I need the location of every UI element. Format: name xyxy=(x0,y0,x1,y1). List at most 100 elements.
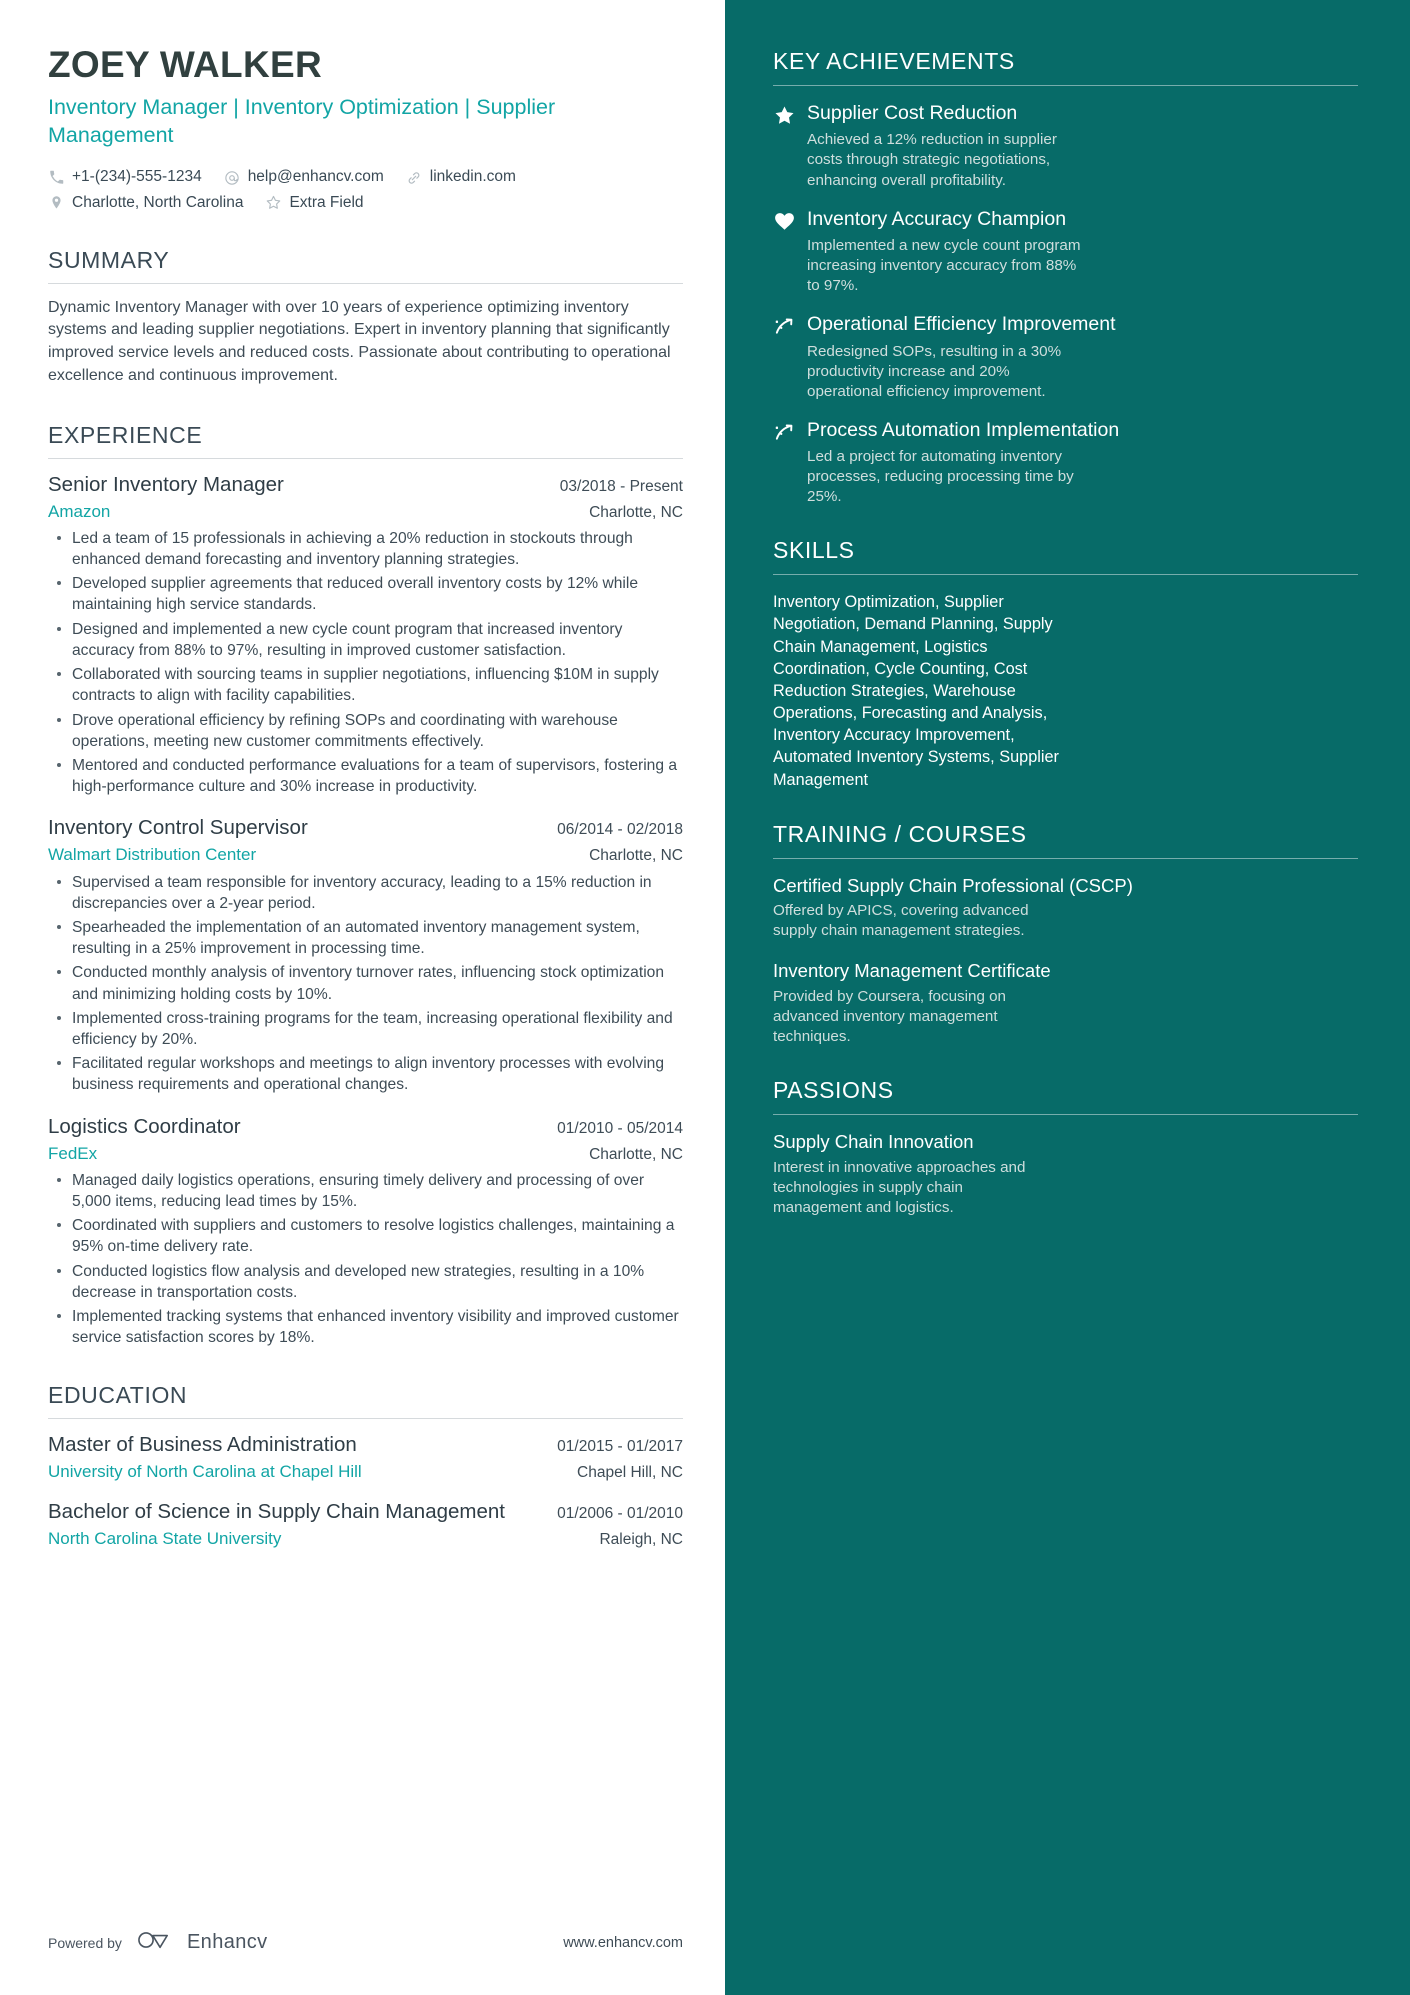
list-item: Conducted monthly analysis of inventory … xyxy=(48,962,683,1004)
list-item: Implemented cross-training programs for … xyxy=(48,1008,683,1050)
heart-filled-icon xyxy=(773,208,807,297)
achievement-description: Redesigned SOPs, resulting in a 30% prod… xyxy=(807,342,1062,400)
trending-arrow-icon xyxy=(773,419,807,508)
passion-item: Supply Chain Innovation Interest in inno… xyxy=(773,1131,1358,1218)
list-item: Developed supplier agreements that reduc… xyxy=(48,573,683,615)
achievement-item: Supplier Cost Reduction Achieved a 12% r… xyxy=(773,102,1358,191)
degree-date: 01/2006 - 01/2010 xyxy=(557,1504,683,1522)
experience-entry: Inventory Control Supervisor 06/2014 - 0… xyxy=(48,815,683,1095)
achievement-body: Supplier Cost Reduction Achieved a 12% r… xyxy=(807,102,1358,191)
company-name: Walmart Distribution Center xyxy=(48,845,257,865)
education-entry-subheader: North Carolina State University Raleigh,… xyxy=(48,1528,683,1549)
achievement-title: Process Automation Implementation xyxy=(807,418,1120,441)
divider xyxy=(48,282,683,284)
contact-linkedin[interactable]: linkedin.com xyxy=(406,167,516,187)
phone-icon xyxy=(48,169,65,186)
contact-phone[interactable]: +1-(234)-555-1234 xyxy=(48,167,202,187)
job-title: Inventory Control Supervisor xyxy=(48,816,308,840)
job-location: Charlotte, NC xyxy=(589,847,683,865)
training-title: TRAINING / COURSES xyxy=(773,820,1027,847)
education-entry: Master of Business Administration 01/201… xyxy=(48,1432,683,1482)
experience-entry-subheader: Amazon Charlotte, NC xyxy=(48,501,683,522)
school-location: Raleigh, NC xyxy=(599,1530,683,1548)
job-bullets: Led a team of 15 professionals in achiev… xyxy=(48,528,683,797)
divider xyxy=(773,574,1358,576)
degree-title: Master of Business Administration xyxy=(48,1433,357,1457)
list-item: Collaborated with sourcing teams in supp… xyxy=(48,664,683,706)
list-item: Led a team of 15 professionals in achiev… xyxy=(48,528,683,570)
experience-entry-subheader: Walmart Distribution Center Charlotte, N… xyxy=(48,844,683,865)
divider xyxy=(773,857,1358,859)
achievement-title: Supplier Cost Reduction xyxy=(807,102,1018,124)
job-title: Logistics Coordinator xyxy=(48,1114,241,1138)
enhancv-brand-name: Enhancv xyxy=(186,1931,268,1953)
achievement-description: Implemented a new cycle count program in… xyxy=(807,236,1081,295)
experience-entry-header: Senior Inventory Manager 03/2018 - Prese… xyxy=(48,472,683,497)
education-section: EDUCATION Master of Business Administrat… xyxy=(48,1382,683,1549)
education-section-title: EDUCATION xyxy=(48,1382,188,1409)
page-title: ZOEY WALKER xyxy=(48,44,322,85)
key-achievements-section: KEY ACHIEVEMENTS Supplier Cost Reduction… xyxy=(773,48,1358,507)
job-location: Charlotte, NC xyxy=(589,503,683,521)
achievement-item: Operational Efficiency Improvement Redes… xyxy=(773,313,1358,402)
education-entry-header: Bachelor of Science in Supply Chain Mana… xyxy=(48,1499,683,1524)
contact-phone-text: +1-(234)-555-1234 xyxy=(72,168,202,186)
achievement-description: Achieved a 12% reduction in supplier cos… xyxy=(807,131,1057,189)
contact-email-text: help@enhancv.com xyxy=(247,168,384,186)
list-item: Spearheaded the implementation of an aut… xyxy=(48,917,683,959)
location-pin-icon xyxy=(48,194,65,211)
experience-entry-subheader: FedEx Charlotte, NC xyxy=(48,1143,683,1164)
contact-email[interactable]: help@enhancv.com xyxy=(224,167,384,187)
achievement-description: Led a project for automating inventory p… xyxy=(807,448,1074,506)
job-date: 03/2018 - Present xyxy=(559,477,683,495)
contact-line-1: +1-(234)-555-1234 help@enhancv.com linke… xyxy=(48,167,683,187)
achievement-body: Process Automation Implementation Led a … xyxy=(807,419,1358,508)
list-item: Coordinated with suppliers and customers… xyxy=(48,1215,683,1257)
summary-section: SUMMARY Dynamic Inventory Manager with o… xyxy=(48,247,683,388)
passion-title: Supply Chain Innovation xyxy=(773,1131,974,1153)
list-item: Supervised a team responsible for invent… xyxy=(48,872,683,914)
link-icon xyxy=(406,169,423,186)
course-title: Inventory Management Certificate xyxy=(773,960,1051,982)
achievement-body: Operational Efficiency Improvement Redes… xyxy=(807,313,1358,402)
experience-section-title: EXPERIENCE xyxy=(48,421,203,448)
list-item: Managed daily logistics operations, ensu… xyxy=(48,1170,683,1212)
divider xyxy=(48,1418,683,1420)
list-item: Implemented tracking systems that enhanc… xyxy=(48,1306,683,1348)
professional-headline: Inventory Manager | Inventory Optimizati… xyxy=(48,95,556,147)
page-footer: Powered by Enhancv www.enhancv.com xyxy=(48,1928,683,1957)
star-outline-icon xyxy=(265,194,282,211)
company-name: FedEx xyxy=(48,1143,98,1163)
education-entry-subheader: University of North Carolina at Chapel H… xyxy=(48,1461,683,1482)
achievement-title: Operational Efficiency Improvement xyxy=(807,313,1116,336)
job-location: Charlotte, NC xyxy=(589,1145,683,1163)
list-item: Conducted logistics flow analysis and de… xyxy=(48,1261,683,1303)
experience-entry-header: Logistics Coordinator 01/2010 - 05/2014 xyxy=(48,1114,683,1139)
achievement-title: Inventory Accuracy Champion xyxy=(807,207,1067,230)
school-name: North Carolina State University xyxy=(48,1528,282,1548)
list-item: Mentored and conducted performance evalu… xyxy=(48,755,683,797)
email-icon xyxy=(224,169,241,186)
skills-list: Inventory Optimization, Supplier Negotia… xyxy=(773,593,1059,789)
achievement-item: Process Automation Implementation Led a … xyxy=(773,419,1358,508)
key-achievements-title: KEY ACHIEVEMENTS xyxy=(773,48,1015,74)
footer-url[interactable]: www.enhancv.com xyxy=(563,1935,683,1951)
course-description: Provided by Coursera, focusing on advanc… xyxy=(773,987,1007,1046)
contact-location-text: Charlotte, North Carolina xyxy=(72,193,244,211)
summary-text: Dynamic Inventory Manager with over 10 y… xyxy=(48,298,671,384)
training-section: TRAINING / COURSES Certified Supply Chai… xyxy=(773,821,1358,1047)
sidebar: KEY ACHIEVEMENTS Supplier Cost Reduction… xyxy=(725,0,1410,1995)
company-name: Amazon xyxy=(48,501,111,521)
powered-by-block: Powered by Enhancv xyxy=(48,1928,268,1957)
job-date: 06/2014 - 02/2018 xyxy=(557,821,683,839)
degree-title: Bachelor of Science in Supply Chain Mana… xyxy=(48,1499,505,1523)
experience-entry: Senior Inventory Manager 03/2018 - Prese… xyxy=(48,472,683,798)
job-date: 01/2010 - 05/2014 xyxy=(557,1119,683,1137)
school-location: Chapel Hill, NC xyxy=(577,1464,683,1482)
list-item: Facilitated regular workshops and meetin… xyxy=(48,1053,683,1095)
enhancv-logo-icon xyxy=(136,1928,178,1957)
passion-description: Interest in innovative approaches and te… xyxy=(773,1158,1026,1216)
course-item: Certified Supply Chain Professional (CSC… xyxy=(773,875,1358,942)
contact-linkedin-text: linkedin.com xyxy=(429,168,516,186)
resume-page: ZOEY WALKER Inventory Manager | Inventor… xyxy=(0,0,1410,1995)
